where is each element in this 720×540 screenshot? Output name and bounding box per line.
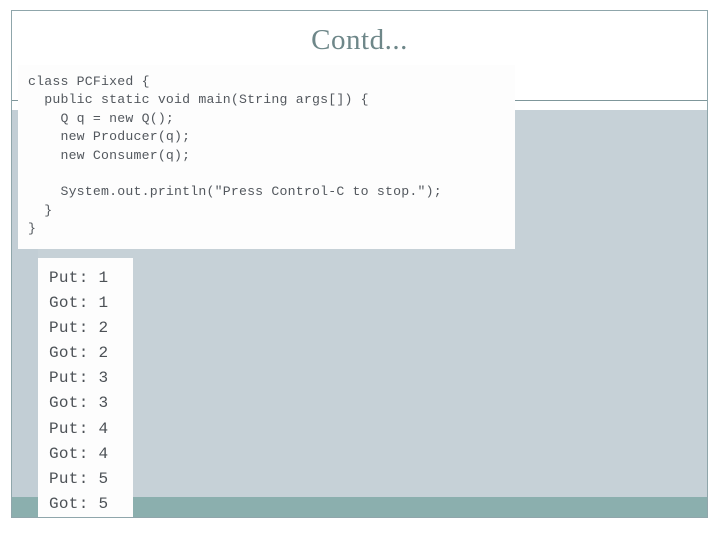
console-output-line: Put: 5 bbox=[49, 469, 109, 488]
code-snippet-box: class PCFixed { public static void main(… bbox=[18, 65, 515, 249]
console-output-line: Put: 3 bbox=[49, 369, 109, 388]
code-line: new Producer(q); bbox=[28, 129, 191, 145]
console-output-line: Got: 4 bbox=[49, 444, 109, 463]
code-line: } bbox=[28, 221, 37, 237]
code-line: System.out.println("Press Control-C to s… bbox=[28, 184, 442, 200]
console-output-line: Got: 2 bbox=[49, 344, 109, 363]
console-output-line: Put: 2 bbox=[49, 319, 109, 338]
slide-title: Contd... bbox=[311, 24, 408, 56]
console-output-line: Got: 5 bbox=[49, 494, 109, 513]
code-line: class PCFixed { bbox=[28, 74, 150, 89]
code-line: public static void main(String args[]) { bbox=[28, 92, 369, 108]
code-line: new Consumer(q); bbox=[28, 147, 191, 163]
console-output-line: Put: 1 bbox=[49, 269, 109, 287]
code-line: Q q = new Q(); bbox=[28, 110, 175, 126]
code-line: } bbox=[28, 202, 53, 218]
console-output-line: Got: 1 bbox=[49, 294, 109, 313]
console-output-box: Put: 1 Got: 1 Put: 2 Got: 2 Put: 3 Got: … bbox=[38, 258, 133, 518]
console-output-line: Put: 4 bbox=[49, 419, 109, 438]
console-output-line: Got: 3 bbox=[49, 394, 109, 413]
slide-canvas: Contd... class PCFixed { public static v… bbox=[0, 0, 720, 540]
